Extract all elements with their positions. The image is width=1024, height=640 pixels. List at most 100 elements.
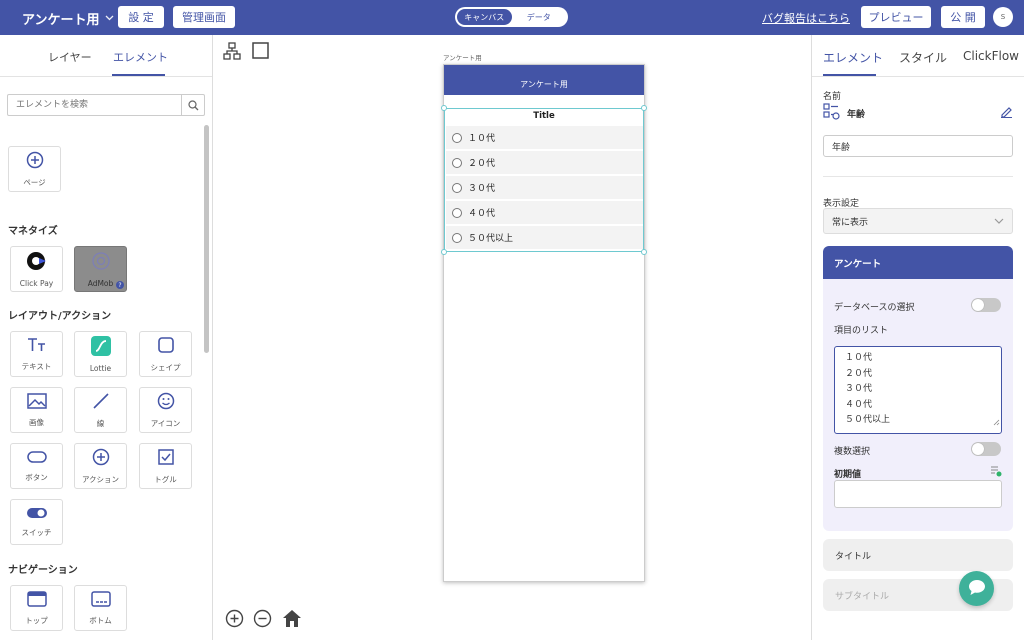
element-tile-admob[interactable]: AdMob ? bbox=[74, 246, 127, 292]
hierarchy-icon[interactable] bbox=[223, 42, 241, 63]
section-title-navigation: ナビゲーション bbox=[8, 565, 78, 576]
list-line: ４０代 bbox=[845, 399, 873, 410]
help-badge-icon: ? bbox=[116, 281, 124, 289]
home-icon[interactable] bbox=[282, 609, 302, 631]
option-label: ５０代以上 bbox=[468, 234, 514, 244]
element-tile-button[interactable]: ボタン bbox=[10, 443, 63, 489]
frame-icon[interactable] bbox=[252, 42, 269, 62]
survey-option[interactable]: ４０代 bbox=[446, 201, 643, 225]
avatar[interactable]: s bbox=[993, 7, 1013, 27]
element-tile-clickpay[interactable]: Click Pay bbox=[10, 246, 63, 292]
add-list-icon[interactable] bbox=[990, 465, 1002, 480]
survey-option[interactable]: ３０代 bbox=[446, 176, 643, 200]
element-tile-image[interactable]: 画像 bbox=[10, 387, 63, 433]
element-tile-action[interactable]: アクション bbox=[74, 443, 127, 489]
top-nav-icon bbox=[26, 590, 47, 610]
survey-settings-body: データベースの選択 項目のリスト １０代 ２０代 ３０代 ４０代 ５０代以上 複… bbox=[823, 279, 1013, 531]
settings-button[interactable]: 設 定 bbox=[118, 6, 164, 28]
initial-value-input[interactable] bbox=[834, 480, 1002, 508]
element-tile-icon[interactable]: アイコン bbox=[139, 387, 192, 433]
smiley-icon bbox=[157, 392, 175, 413]
resize-handle[interactable] bbox=[441, 249, 447, 255]
subtitle-label: サブタイトル bbox=[835, 591, 890, 602]
tile-label: ボトム bbox=[89, 615, 112, 625]
name-field[interactable]: 年齢 bbox=[823, 135, 1013, 157]
canvas[interactable]: アンケート用 アンケート用 Title １０代 ２０代 ３０代 ４０代 ５０代以… bbox=[214, 35, 810, 640]
element-tile-toggle[interactable]: トグル bbox=[139, 443, 192, 489]
tab-elements[interactable]: エレメント bbox=[113, 49, 168, 65]
chevron-down-icon bbox=[994, 217, 1004, 227]
clickpay-logo-icon bbox=[26, 251, 48, 274]
search-icon[interactable] bbox=[181, 95, 204, 115]
button-icon bbox=[26, 450, 47, 467]
element-tile-top-nav[interactable]: トップ bbox=[10, 585, 63, 631]
chevron-down-icon bbox=[105, 14, 114, 24]
radio-icon bbox=[452, 232, 462, 243]
publish-button[interactable]: 公 開 bbox=[941, 6, 985, 28]
element-tile-switch[interactable]: スイッチ bbox=[10, 499, 63, 545]
display-setting-select[interactable]: 常に表示 bbox=[823, 208, 1013, 234]
tab-element[interactable]: エレメント bbox=[823, 49, 883, 66]
database-toggle[interactable] bbox=[971, 298, 1001, 312]
radio-icon bbox=[452, 157, 462, 168]
shape-icon bbox=[157, 336, 175, 357]
tile-label: テキスト bbox=[21, 361, 52, 371]
multi-select-label: 複数選択 bbox=[834, 447, 871, 457]
phone-preview[interactable]: アンケート用 Title １０代 ２０代 ３０代 ４０代 ５０代以上 bbox=[441, 64, 647, 582]
toggle-check-icon bbox=[157, 448, 175, 469]
search-input[interactable] bbox=[8, 95, 183, 115]
survey-settings-header[interactable]: アンケート bbox=[823, 246, 1013, 279]
element-tile-text[interactable]: テキスト bbox=[10, 331, 63, 377]
multi-select-toggle[interactable] bbox=[971, 442, 1001, 456]
radio-icon bbox=[452, 132, 462, 143]
resize-handle[interactable] bbox=[441, 105, 447, 111]
list-line: ５０代以上 bbox=[845, 415, 891, 425]
tab-data[interactable]: データ bbox=[512, 9, 567, 25]
zoom-out-icon[interactable] bbox=[253, 609, 272, 631]
survey-option[interactable]: ５０代以上 bbox=[446, 226, 643, 250]
zoom-in-icon[interactable] bbox=[225, 609, 244, 631]
page-header[interactable]: アンケート用 bbox=[444, 65, 644, 95]
tab-clickflow[interactable]: ClickFlow bbox=[963, 49, 1019, 63]
radio-icon bbox=[452, 182, 462, 193]
database-select-label: データベースの選択 bbox=[834, 303, 915, 313]
title-section-header[interactable]: タイトル bbox=[823, 539, 1013, 571]
text-icon bbox=[27, 337, 47, 356]
action-plus-icon bbox=[92, 448, 110, 469]
list-items-textarea[interactable]: １０代 ２０代 ３０代 ４０代 ５０代以上 bbox=[834, 346, 1002, 434]
element-tile-lottie[interactable]: Lottie bbox=[74, 331, 127, 377]
survey-element[interactable]: Title １０代 ２０代 ３０代 ４０代 ５０代以上 bbox=[441, 105, 647, 255]
plus-circle-icon bbox=[26, 151, 44, 172]
survey-option[interactable]: ２０代 bbox=[446, 151, 643, 175]
survey-option[interactable]: １０代 bbox=[446, 126, 643, 150]
tab-layers[interactable]: レイヤー bbox=[48, 49, 92, 65]
element-name: 年齢 bbox=[847, 110, 866, 120]
active-tab-indicator bbox=[112, 74, 165, 76]
element-tile-shape[interactable]: シェイプ bbox=[139, 331, 192, 377]
preview-button[interactable]: プレビュー bbox=[861, 6, 931, 28]
project-selector[interactable]: アンケート用 bbox=[22, 9, 114, 28]
element-tile-page[interactable]: ページ bbox=[8, 146, 61, 192]
tile-label: 画像 bbox=[29, 417, 44, 427]
admin-button[interactable]: 管理画面 bbox=[173, 6, 235, 28]
bug-report-link[interactable]: バグ報告はこちら bbox=[762, 10, 850, 26]
resize-handle[interactable] bbox=[641, 105, 647, 111]
resize-handle[interactable] bbox=[641, 249, 647, 255]
tab-style[interactable]: スタイル bbox=[899, 49, 947, 66]
list-line: ２０代 bbox=[845, 368, 873, 379]
resize-grip-icon[interactable] bbox=[993, 417, 1000, 433]
tab-canvas[interactable]: キャンバス bbox=[457, 9, 512, 25]
tile-label: アイコン bbox=[150, 418, 181, 428]
survey-element-icon bbox=[823, 103, 840, 123]
edit-pencil-icon[interactable] bbox=[1000, 105, 1013, 121]
option-label: １０代 bbox=[468, 134, 496, 144]
chat-support-button[interactable] bbox=[959, 571, 994, 606]
left-tabs: レイヤー エレメント bbox=[0, 35, 212, 77]
element-tile-line[interactable]: 線 bbox=[74, 387, 127, 433]
radio-icon bbox=[452, 207, 462, 218]
option-label: ４０代 bbox=[468, 209, 496, 219]
line-icon bbox=[92, 392, 110, 413]
element-tile-bottom-nav[interactable]: ボトム bbox=[74, 585, 127, 631]
tile-label: トップ bbox=[25, 615, 48, 625]
scrollbar[interactable] bbox=[204, 125, 209, 353]
